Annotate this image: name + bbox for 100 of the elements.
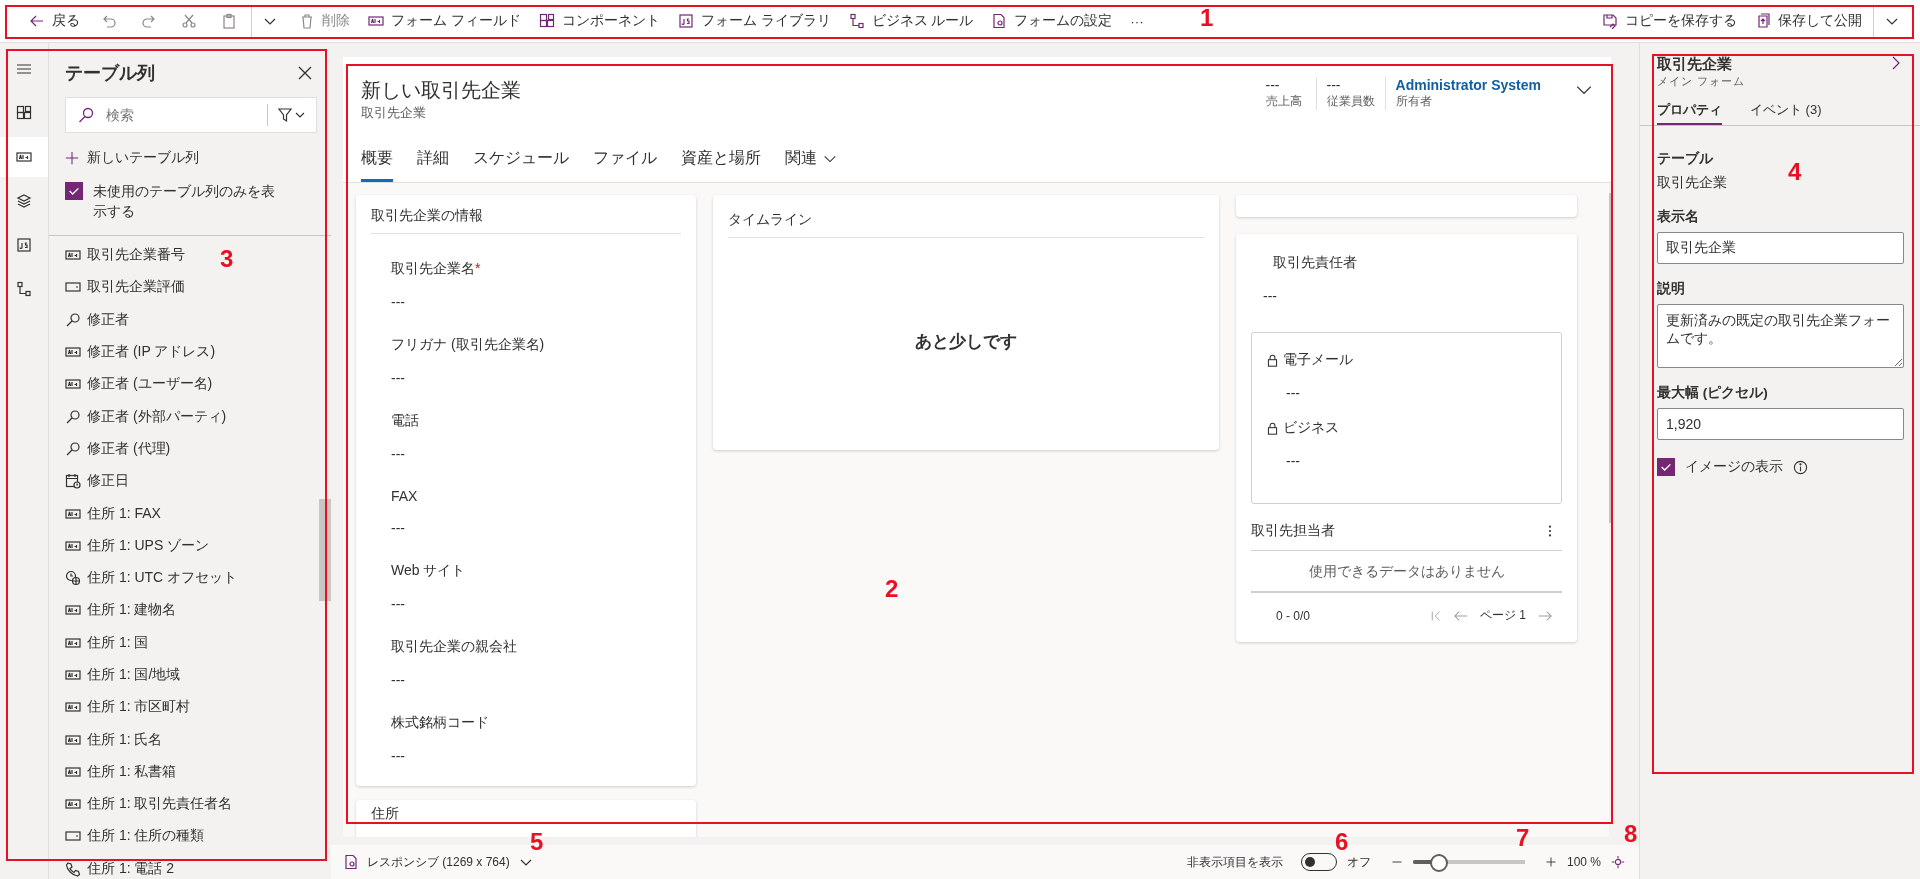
section-title: タイムライン bbox=[728, 207, 1204, 238]
column-item[interactable]: 住所 1: 取引先責任者名 bbox=[65, 788, 233, 821]
search-icon bbox=[65, 311, 81, 328]
property-label: 最大幅 (ピクセル) bbox=[1657, 384, 1769, 402]
checkbox[interactable] bbox=[65, 182, 83, 200]
form-tab[interactable]: 資産と場所 bbox=[681, 140, 761, 182]
field-label: 電話 bbox=[391, 412, 420, 430]
field-value: --- bbox=[391, 596, 406, 612]
new-column-button[interactable]: 新しいテーブル列 bbox=[65, 149, 331, 167]
section-title: 住所 bbox=[371, 805, 400, 823]
redo-icon bbox=[141, 13, 157, 29]
search-icon bbox=[78, 107, 94, 123]
panel-tab[interactable]: イベント (3) bbox=[1750, 101, 1822, 125]
trash-icon bbox=[299, 13, 315, 29]
form-tab[interactable]: ファイル bbox=[593, 140, 657, 182]
annotation-number: 6 bbox=[1335, 828, 1349, 856]
timeline-message: あと少しです bbox=[914, 331, 1018, 353]
header-label: 所有者 bbox=[1395, 93, 1433, 110]
close-icon bbox=[297, 65, 313, 81]
fit-to-screen-icon[interactable] bbox=[1611, 855, 1625, 869]
zoom-reading: 100 % bbox=[1566, 855, 1601, 869]
zoom-in-icon[interactable] bbox=[1544, 856, 1557, 868]
more-button[interactable]: ··· bbox=[1123, 5, 1151, 37]
toolbar-button[interactable]: コンポーネント bbox=[531, 5, 667, 37]
form-tab[interactable]: 関連 bbox=[785, 140, 837, 182]
back-arrow-icon bbox=[29, 13, 45, 29]
toolbar-button[interactable]: 保存して公開 bbox=[1748, 5, 1869, 37]
column-item[interactable]: 住所 1: 国 bbox=[65, 626, 149, 659]
text-field-icon bbox=[368, 13, 384, 29]
text-field-button[interactable] bbox=[0, 137, 48, 177]
annotation-number: 8 bbox=[1624, 820, 1638, 848]
column-item[interactable]: 住所 1: FAX bbox=[65, 497, 161, 530]
annotation-number: 4 bbox=[1788, 158, 1802, 186]
form-subtitle: 取引先企業 bbox=[361, 104, 427, 122]
form-tab[interactable]: 詳細 bbox=[417, 140, 449, 182]
field-value: --- bbox=[391, 672, 406, 688]
search-icon bbox=[65, 408, 81, 425]
toolbar-button[interactable]: フォームの設定 bbox=[984, 5, 1120, 37]
panel-title: 取引先企業 bbox=[1657, 55, 1733, 74]
checkbox-label: イメージの表示 bbox=[1685, 458, 1783, 476]
column-item[interactable]: 修正者 (外部パーティ) bbox=[65, 400, 227, 433]
column-item[interactable]: 住所 1: 市区町村 bbox=[65, 691, 191, 724]
annotation-number: 7 bbox=[1516, 824, 1530, 852]
field-label: 電子メール bbox=[1283, 351, 1353, 369]
subgrid-title: 取引先担当者 bbox=[1251, 522, 1335, 540]
column-item[interactable]: 修正者 bbox=[65, 303, 129, 336]
owner-link[interactable]: Administrator System bbox=[1395, 77, 1541, 93]
column-item[interactable]: 修正者 (IP アドレス) bbox=[65, 335, 216, 369]
column-item[interactable]: 修正日 bbox=[65, 465, 129, 498]
field-value: --- bbox=[391, 294, 406, 310]
header-value: --- bbox=[1265, 77, 1281, 93]
column-item[interactable]: 住所 1: 建物名 bbox=[65, 594, 177, 627]
display-name-field[interactable]: 取引先企業 bbox=[1657, 232, 1904, 264]
column-item[interactable]: 住所 1: 住所の種類 bbox=[65, 820, 205, 853]
scissors-icon bbox=[181, 13, 197, 29]
field-label: 株式銘柄コード bbox=[391, 714, 490, 732]
search-field[interactable]: 検索 bbox=[104, 106, 257, 124]
next-page-icon[interactable] bbox=[1538, 608, 1552, 623]
column-item[interactable]: 修正者 (代理) bbox=[65, 432, 171, 466]
text-field-icon bbox=[65, 667, 81, 683]
annotation-number: 1 bbox=[1200, 4, 1214, 32]
components-icon bbox=[16, 105, 32, 121]
info-icon[interactable] bbox=[1793, 459, 1808, 475]
checkbox[interactable] bbox=[1657, 458, 1675, 476]
view-selector[interactable]: レスポンシブ (1269 x 764) bbox=[343, 853, 534, 871]
column-item[interactable]: 取引先企業番号 bbox=[65, 239, 185, 272]
toolbar-button[interactable]: フォーム ライブラリ bbox=[670, 5, 838, 37]
description-field[interactable]: 更新済みの既定の取引先企業フォームです。 bbox=[1657, 304, 1904, 368]
column-item[interactable]: 住所 1: 私書箱 bbox=[65, 755, 177, 789]
search-box[interactable]: 検索 bbox=[65, 97, 317, 133]
header-value: --- bbox=[1326, 77, 1342, 93]
clock-globe-icon bbox=[65, 570, 81, 587]
toolbar-button[interactable]: ビジネス ルール bbox=[841, 5, 981, 37]
panel-tab[interactable]: プロパティ bbox=[1657, 101, 1722, 125]
column-item[interactable]: 取引先企業評価 bbox=[65, 271, 185, 304]
column-item[interactable]: 住所 1: 電話 2 bbox=[65, 852, 175, 879]
previous-page-icon[interactable] bbox=[1454, 608, 1468, 623]
column-item[interactable]: 住所 1: 氏名 bbox=[65, 723, 163, 756]
toolbar-button[interactable]: コピーを保存する bbox=[1595, 5, 1744, 37]
field-label: 取引先責任者 bbox=[1272, 254, 1358, 272]
field-label: 取引先企業名* bbox=[391, 260, 482, 278]
layers-icon bbox=[16, 193, 32, 209]
column-item[interactable]: 住所 1: UPS ゾーン bbox=[65, 529, 210, 562]
column-item[interactable]: 住所 1: 国/地域 bbox=[65, 658, 181, 692]
field-value: --- bbox=[391, 370, 406, 386]
panel-title: テーブル列 bbox=[65, 62, 155, 85]
column-item[interactable]: 修正者 (ユーザー名) bbox=[65, 368, 213, 401]
toolbar-button[interactable]: 戻る bbox=[22, 5, 87, 37]
header-label: 従業員数 bbox=[1326, 93, 1375, 110]
save-copy-icon bbox=[1602, 13, 1618, 29]
column-item[interactable]: 住所 1: UTC オフセット bbox=[65, 561, 238, 595]
panel-subtitle: メイン フォーム bbox=[1657, 74, 1746, 89]
field-value: --- bbox=[1263, 288, 1278, 304]
checkbox-label: 未使用のテーブル列のみを表示する bbox=[93, 182, 276, 221]
more-icon[interactable] bbox=[1548, 524, 1552, 538]
form-tab[interactable]: スケジュール bbox=[473, 140, 569, 182]
flow-icon bbox=[16, 281, 32, 297]
toolbar-button[interactable]: フォーム フィールド bbox=[361, 5, 528, 37]
page-number: ページ 1 bbox=[1480, 607, 1526, 624]
max-width-field[interactable]: 1,920 bbox=[1657, 408, 1904, 440]
